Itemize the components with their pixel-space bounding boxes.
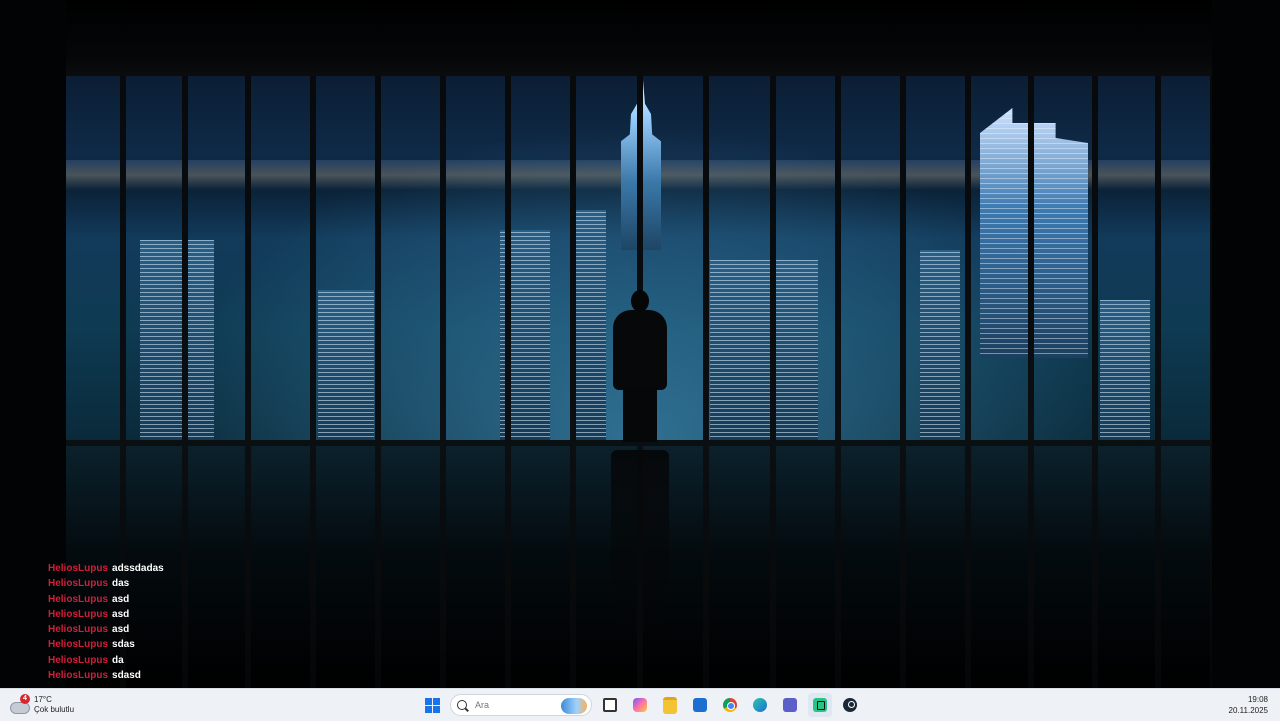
chat-text: asd — [112, 608, 130, 620]
taskbar-apps — [420, 692, 862, 718]
chat-username: HeliosLupus — [48, 578, 109, 590]
search-icon — [457, 700, 467, 710]
copilot-icon — [633, 698, 647, 712]
chat-username: HeliosLupus — [48, 608, 109, 620]
skyscraper — [140, 240, 214, 440]
window-mullion — [570, 72, 576, 688]
system-clock[interactable]: 19:08 20.11.2025 — [1229, 694, 1268, 716]
chat-username: HeliosLupus — [48, 593, 109, 605]
chrome-icon — [723, 698, 737, 712]
steam-button[interactable] — [838, 693, 862, 717]
ceiling — [0, 0, 1280, 76]
copilot-button[interactable] — [628, 693, 652, 717]
window-mullion — [703, 72, 709, 688]
cloud-icon: 4 — [10, 694, 30, 714]
window-mullion — [1155, 72, 1161, 688]
steam-icon — [843, 698, 857, 712]
clock-time: 19:08 — [1247, 695, 1268, 704]
taskbar: 4 17°C Çok bulutlu 19:08 20.11.2025 — [0, 688, 1280, 721]
skyscraper — [980, 108, 1088, 358]
task-view-button[interactable] — [598, 693, 622, 717]
chat-text: da — [112, 654, 124, 666]
notification-badge: 4 — [20, 694, 30, 704]
skyscraper — [318, 290, 374, 440]
teams-button[interactable] — [778, 693, 802, 717]
chat-username: HeliosLupus — [48, 624, 109, 636]
windows-logo-icon — [424, 697, 440, 713]
wall-right — [1212, 0, 1280, 688]
window-mullion — [1028, 72, 1034, 688]
skyscraper — [1100, 300, 1150, 440]
chat-message: HeliosLupus asd — [48, 592, 248, 607]
window-mullion — [835, 72, 841, 688]
window-mullion — [440, 72, 446, 688]
chat-text: adssdadas — [112, 563, 164, 574]
start-button[interactable] — [420, 693, 444, 717]
task-view-icon — [603, 698, 617, 712]
window-mullion — [965, 72, 971, 688]
window-mullion — [770, 72, 776, 688]
weather-temperature: 17°C — [34, 695, 52, 704]
man-silhouette — [611, 290, 669, 442]
chrome-button[interactable] — [718, 693, 742, 717]
window-mullion — [310, 72, 316, 688]
chat-text: asd — [112, 624, 130, 636]
outlook-button[interactable] — [688, 693, 712, 717]
clock-date: 20.11.2025 — [1228, 706, 1268, 715]
chat-username: HeliosLupus — [48, 654, 109, 666]
teams-icon — [783, 698, 797, 712]
window-mullion — [1092, 72, 1098, 688]
chat-message: HeliosLupus das — [48, 576, 248, 591]
twitch-button[interactable] — [808, 693, 832, 717]
skyscraper — [920, 250, 960, 440]
chat-text: sdasd — [112, 670, 141, 682]
chat-overlay: HeliosLupus adssdadas HeliosLupus das Heli… — [48, 561, 248, 683]
chat-username: HeliosLupus — [48, 639, 109, 651]
man-reflection — [611, 450, 669, 630]
skyscraper — [576, 210, 606, 440]
chat-text: das — [112, 578, 130, 590]
edge-button[interactable] — [748, 693, 772, 717]
edge-icon — [753, 698, 767, 712]
search-highlight-icon — [561, 698, 587, 714]
chat-message: HeliosLupus sdasd — [48, 668, 248, 683]
chat-username: HeliosLupus — [48, 670, 109, 682]
search-input[interactable] — [475, 700, 545, 710]
file-explorer-button[interactable] — [658, 693, 682, 717]
twitch-icon — [813, 698, 827, 712]
chat-message: HeliosLupus sdas — [48, 637, 248, 652]
taskbar-search[interactable] — [450, 694, 592, 716]
chat-text: sdas — [112, 639, 135, 651]
chat-message: HeliosLupus adssdadas — [48, 561, 248, 576]
weather-widget[interactable]: 4 17°C Çok bulutlu — [10, 692, 74, 718]
window-mullion — [505, 72, 511, 688]
weather-condition: Çok bulutlu — [34, 705, 75, 714]
outlook-icon — [693, 698, 707, 712]
window-mullion — [375, 72, 381, 688]
window-mullion — [900, 72, 906, 688]
skyscraper — [710, 260, 818, 440]
chat-username: HeliosLupus — [48, 563, 109, 574]
chat-text: asd — [112, 593, 130, 605]
chat-message: HeliosLupus asd — [48, 607, 248, 622]
file-explorer-icon — [663, 696, 677, 714]
chat-message: HeliosLupus da — [48, 653, 248, 668]
chat-message: HeliosLupus asd — [48, 622, 248, 637]
